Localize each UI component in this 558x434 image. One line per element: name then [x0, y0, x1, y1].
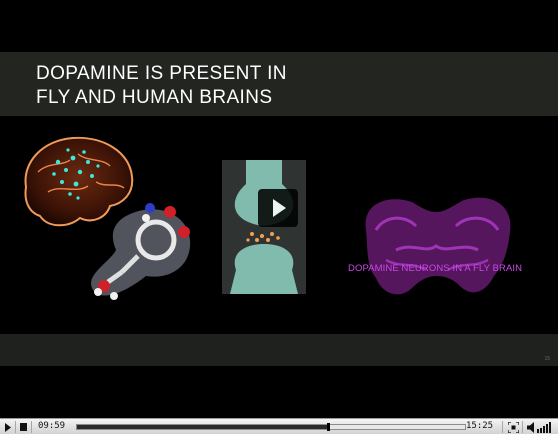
- slide-title-line-2: FLY AND HUMAN BRAINS: [36, 87, 273, 108]
- dopamine-molecule-image: [91, 203, 191, 300]
- fullscreen-icon: [507, 421, 519, 433]
- slide-footer: 15: [0, 334, 558, 366]
- current-time: 09:59: [38, 421, 66, 431]
- fullscreen-button[interactable]: [506, 420, 520, 434]
- slide-number: 15: [544, 356, 550, 362]
- large-play-button[interactable]: [258, 189, 298, 227]
- volume-control[interactable]: [526, 420, 556, 434]
- large-play-icon: [273, 199, 286, 217]
- video-stage[interactable]: DOPAMINE IS PRESENT IN FLY AND HUMAN BRA…: [0, 0, 558, 418]
- volume-icon: [527, 421, 551, 433]
- play-button[interactable]: [2, 420, 14, 434]
- slide-title-line-1: DOPAMINE IS PRESENT IN: [36, 63, 287, 84]
- divider: [15, 421, 16, 433]
- divider: [502, 421, 503, 433]
- seek-bar[interactable]: [76, 423, 466, 431]
- seek-progress: [77, 425, 328, 429]
- divider: [522, 421, 523, 433]
- divider: [31, 421, 32, 433]
- player-controls: 09:59 15:25: [0, 418, 558, 434]
- slide-caption: DOPAMINE NEURONS IN A FLY BRAIN: [348, 263, 523, 274]
- stop-button[interactable]: [17, 420, 29, 434]
- total-time: 15:25: [466, 421, 494, 431]
- seek-handle[interactable]: [327, 423, 330, 431]
- fly-brain-image: [365, 197, 511, 295]
- play-icon: [5, 422, 11, 432]
- stop-icon: [19, 423, 27, 431]
- slide-title: DOPAMINE IS PRESENT IN FLY AND HUMAN BRA…: [36, 62, 356, 110]
- synapse-image: [222, 160, 306, 294]
- title-band: DOPAMINE IS PRESENT IN FLY AND HUMAN BRA…: [0, 52, 558, 117]
